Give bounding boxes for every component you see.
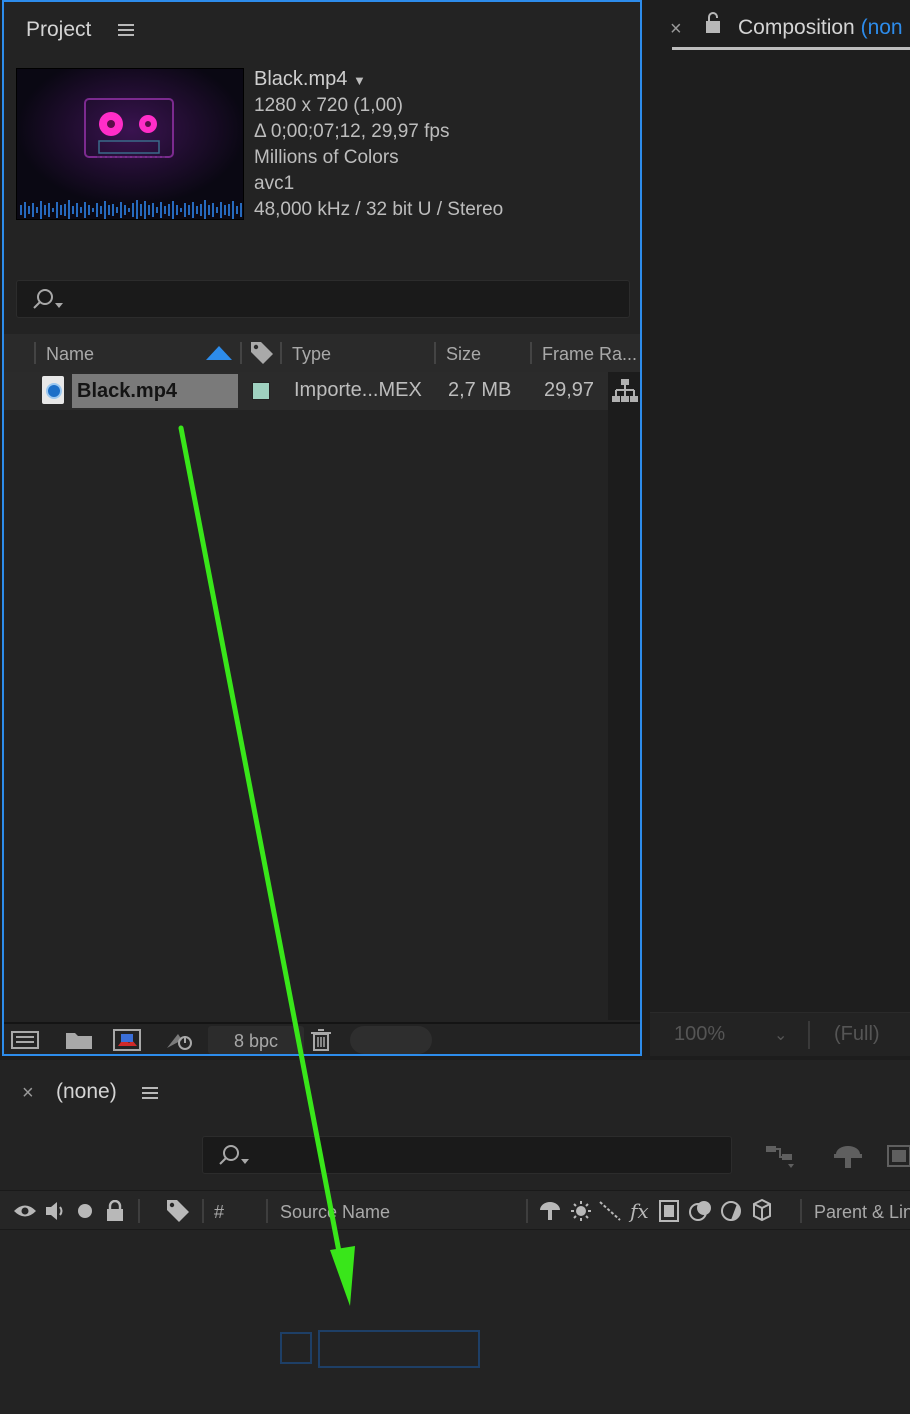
- lock-icon[interactable]: [704, 12, 722, 34]
- label-tag-icon[interactable]: [249, 340, 275, 366]
- composition-label: Composition: [738, 16, 855, 39]
- project-settings-icon[interactable]: [164, 1028, 194, 1052]
- footage-dimensions: 1280 x 720 (1,00): [254, 95, 403, 116]
- cassette-thumbnail-image: [17, 69, 243, 219]
- menu-icon[interactable]: [118, 24, 134, 37]
- new-composition-icon[interactable]: [112, 1028, 142, 1052]
- column-divider: [138, 1199, 140, 1223]
- footage-audio: 48,000 kHz / 32 bit U / Stereo: [254, 199, 504, 220]
- composition-footer: 100% ⌄ (Full): [650, 1012, 910, 1056]
- project-scrollbar[interactable]: [608, 372, 640, 1020]
- chevron-down-icon[interactable]: ⌄: [774, 1025, 787, 1045]
- composition-flowchart-icon[interactable]: [764, 1142, 796, 1170]
- composition-panel: × Composition (non 100% ⌄ (Full): [650, 0, 910, 1056]
- column-divider: [34, 342, 36, 364]
- eye-icon[interactable]: [13, 1202, 37, 1220]
- timeline-search-input[interactable]: [202, 1136, 732, 1174]
- item-frame-rate: 29,97: [544, 379, 595, 401]
- timeline-title[interactable]: (none): [56, 1080, 117, 1104]
- table-row[interactable]: Black.mp4 Importe...MEX 2,7 MB 29,97: [4, 372, 608, 410]
- search-icon: [219, 1145, 249, 1165]
- column-divider: [800, 1199, 802, 1223]
- column-divider: [434, 342, 436, 364]
- new-folder-icon[interactable]: [64, 1028, 94, 1052]
- column-type[interactable]: Type: [292, 344, 331, 365]
- column-divider: [526, 1199, 528, 1223]
- project-panel-title[interactable]: Project: [26, 18, 91, 42]
- project-search-input[interactable]: [16, 280, 630, 318]
- timeline-panel: × (none) # Source Name fx Parent & Lin: [0, 1060, 910, 1414]
- drop-target-marker: [280, 1332, 312, 1364]
- timeline-layer-area[interactable]: [0, 1230, 910, 1414]
- magnification-dropdown[interactable]: 100%: [674, 1023, 725, 1046]
- project-footer-toolbar: 8 bpc: [4, 1022, 640, 1054]
- column-frame-rate[interactable]: Frame Ra...: [542, 344, 637, 365]
- project-panel-header: Project: [4, 2, 640, 58]
- lock-icon[interactable]: [105, 1200, 125, 1222]
- label-tag-icon[interactable]: [165, 1198, 191, 1224]
- project-items-list[interactable]: [4, 410, 608, 1020]
- item-name-cell[interactable]: Black.mp4: [72, 374, 238, 408]
- item-name: Black.mp4: [77, 380, 178, 402]
- active-tab-underline: [672, 47, 910, 50]
- column-layer-number[interactable]: #: [214, 1202, 224, 1223]
- footage-name-label: Black.mp4: [254, 68, 348, 90]
- divider: [808, 1021, 810, 1049]
- composition-name: (non: [860, 16, 903, 39]
- item-size: 2,7 MB: [448, 379, 512, 401]
- footage-thumbnail: [16, 68, 244, 220]
- frame-blending-icon[interactable]: [884, 1142, 910, 1170]
- sort-ascending-icon[interactable]: [206, 346, 232, 360]
- chevron-down-icon[interactable]: ▼: [353, 73, 366, 88]
- thumbnail-size-slider[interactable]: [350, 1026, 432, 1054]
- footage-duration: Δ 0;00;07;12, 29,97 fps: [254, 121, 450, 142]
- layer-switches-icons[interactable]: fx: [538, 1198, 778, 1224]
- drop-target-outline: [318, 1330, 480, 1368]
- svg-text:fx: fx: [628, 1199, 649, 1223]
- menu-icon[interactable]: [142, 1087, 158, 1100]
- column-divider: [280, 342, 282, 364]
- column-divider: [266, 1199, 268, 1223]
- search-icon: [33, 289, 63, 309]
- item-type: Importe...MEX: [294, 379, 422, 401]
- speaker-icon[interactable]: [43, 1199, 67, 1223]
- flowchart-icon[interactable]: [611, 378, 639, 404]
- timeline-column-header: # Source Name fx Parent & Lin: [0, 1190, 910, 1230]
- bit-depth-button[interactable]: 8 bpc: [208, 1026, 304, 1054]
- draft-3d-icon[interactable]: [832, 1142, 864, 1170]
- footage-colors: Millions of Colors: [254, 147, 399, 168]
- project-panel: Project Black.mp4 ▼ 1280 x 720 (1,00) Δ …: [2, 0, 642, 1056]
- column-divider: [530, 342, 532, 364]
- column-size[interactable]: Size: [446, 344, 481, 365]
- footage-file-icon: [42, 376, 64, 404]
- close-icon[interactable]: ×: [670, 18, 682, 41]
- column-divider: [202, 1199, 204, 1223]
- solo-icon[interactable]: [76, 1202, 94, 1220]
- column-parent-link[interactable]: Parent & Lin: [814, 1202, 910, 1223]
- label-color-swatch[interactable]: [252, 382, 270, 400]
- column-source-name[interactable]: Source Name: [280, 1202, 390, 1223]
- interpret-footage-icon[interactable]: [10, 1028, 40, 1052]
- footage-name[interactable]: Black.mp4 ▼: [254, 68, 366, 91]
- composition-tab-title[interactable]: Composition (non: [738, 16, 903, 40]
- column-name[interactable]: Name: [46, 344, 94, 365]
- trash-icon[interactable]: [306, 1028, 336, 1052]
- close-icon[interactable]: ×: [22, 1082, 34, 1105]
- column-divider: [240, 342, 242, 364]
- project-column-header: Name Type Size Frame Ra...: [4, 334, 640, 372]
- footage-codec: avc1: [254, 173, 295, 194]
- resolution-dropdown[interactable]: (Full): [834, 1023, 880, 1046]
